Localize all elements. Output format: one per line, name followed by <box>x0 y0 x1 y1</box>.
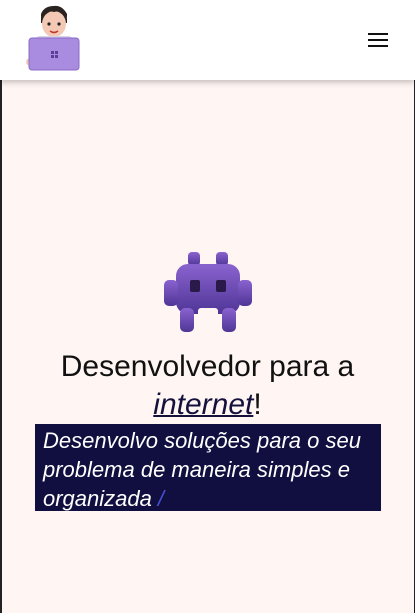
hero-title-prefix: Desenvolvedor para a <box>60 350 355 383</box>
subtitle-box: Desenvolvo soluções para o seu problema … <box>35 424 381 511</box>
typing-cursor: / <box>157 486 164 511</box>
hero-title-highlight: internet <box>153 388 254 421</box>
developer-avatar-icon[interactable] <box>24 4 82 72</box>
hamburger-menu-icon[interactable] <box>364 28 392 52</box>
site-header <box>0 0 415 80</box>
alien-monster-icon <box>164 252 252 332</box>
hero-title-suffix: ! <box>253 388 262 421</box>
hero-title: Desenvolvedor para a internet! <box>30 348 385 424</box>
hero-subtitle: Desenvolvo soluções para o seu problema … <box>43 426 373 513</box>
hero-subtitle-text: Desenvolvo soluções para o seu problema … <box>43 428 361 511</box>
